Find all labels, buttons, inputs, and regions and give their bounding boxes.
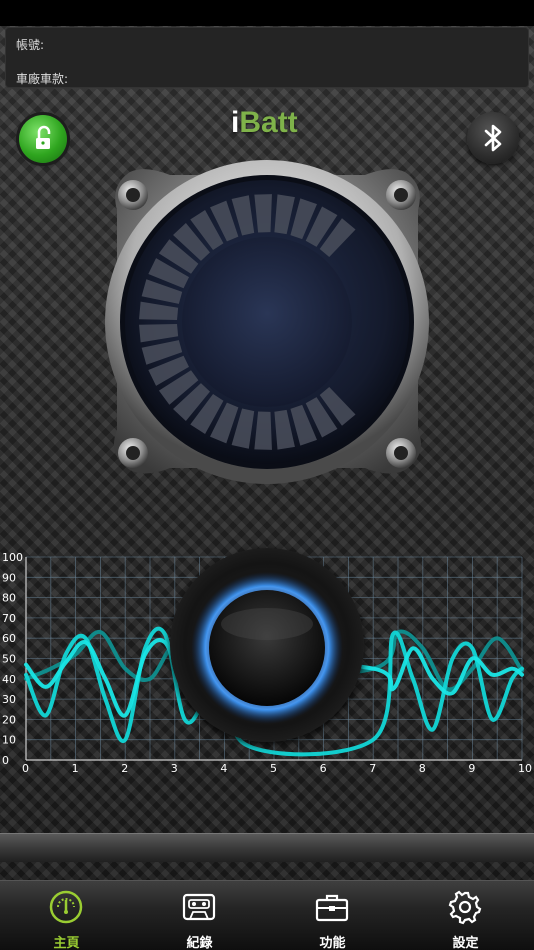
x-tick-label: 0 [22,762,29,775]
x-tick-label: 9 [468,762,475,775]
app-screen: 帳號: 車廠車款: iBatt 0 10 20 30 40 50 60 70 8… [0,0,534,950]
tab-settings[interactable]: 設定 [399,881,532,950]
tab-records[interactable]: 紀錄 [133,881,266,950]
screw-tl [118,180,148,210]
y-tick-label: 100 [2,551,23,564]
screw-bl [118,438,148,468]
y-tick-label: 10 [2,734,16,747]
y-tick-label: 60 [2,632,16,645]
x-tick-label: 8 [419,762,426,775]
tab-settings-label: 設定 [452,936,479,950]
x-tick-label: 10 [518,762,532,775]
x-tick-label: 3 [171,762,178,775]
x-tick-label: 6 [320,762,327,775]
y-tick-label: 20 [2,713,16,726]
y-tick-label: 30 [2,693,16,706]
toolbox-icon [315,894,349,922]
cassette-icon [182,893,216,921]
control-strip [0,833,534,862]
knob-graphic [191,572,343,724]
tab-bar: 主頁 紀錄 功能 設定 [0,880,534,950]
x-tick-label: 5 [270,762,277,775]
x-tick-label: 1 [72,762,79,775]
y-tick-label: 90 [2,571,16,584]
screw-tr [386,180,416,210]
tab-functions-label: 功能 [319,936,346,950]
screw-br [386,438,416,468]
tab-functions[interactable]: 功能 [266,881,399,950]
y-tick-label: 50 [2,653,16,666]
y-tick-label: 80 [2,592,16,605]
x-tick-label: 4 [220,762,227,775]
tab-home-label: 主頁 [53,936,80,950]
x-tick-label: 7 [369,762,376,775]
center-knob[interactable] [170,548,364,742]
y-tick-label: 40 [2,673,16,686]
gear-icon [448,890,482,925]
x-tick-label: 2 [121,762,128,775]
battery-gauge [105,160,429,484]
y-tick-label: 0 [2,754,9,767]
speedometer-icon [49,890,83,924]
gauge-center [182,237,352,407]
tab-home[interactable]: 主頁 [0,881,133,950]
y-tick-label: 70 [2,612,16,625]
tab-records-label: 紀錄 [186,936,213,950]
